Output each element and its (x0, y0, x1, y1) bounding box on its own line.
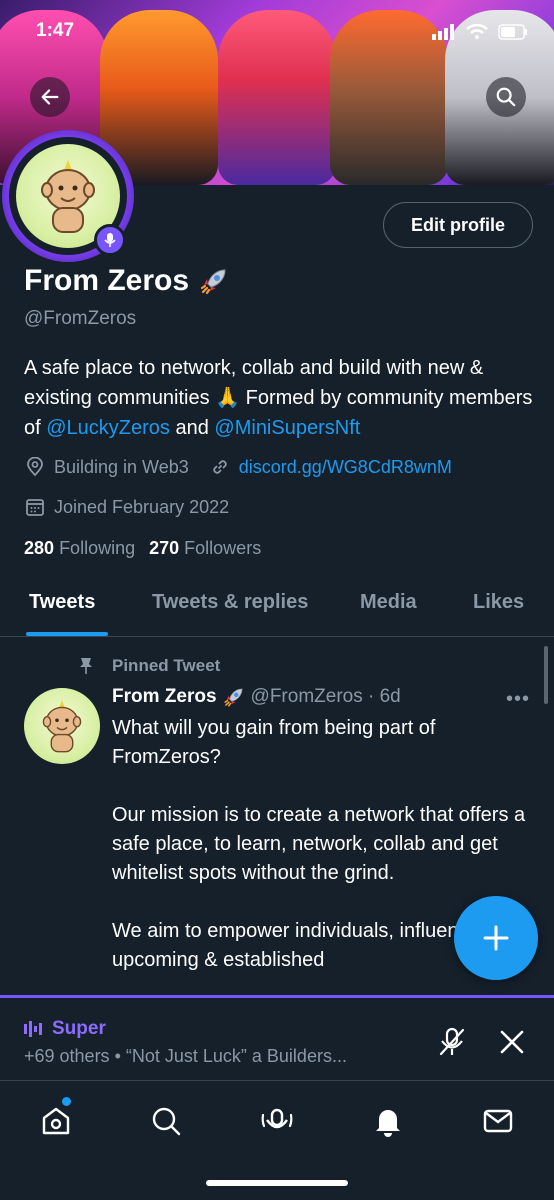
space-title: Super (24, 1018, 106, 1040)
profile-location: Building in Web3 (54, 456, 189, 477)
status-bar: 1:47 (0, 0, 554, 60)
mention-minisupersnft[interactable]: @MiniSupersNft (214, 417, 360, 439)
followers-label: Followers (184, 538, 262, 558)
following-label: Following (59, 538, 136, 558)
pin-icon (80, 658, 92, 674)
tweet-avatar[interactable] (24, 688, 100, 764)
nav-notifications[interactable] (368, 1101, 408, 1141)
calendar-icon (24, 496, 46, 518)
search-button[interactable] (486, 77, 526, 117)
status-icons (432, 24, 528, 40)
display-name: From Zeros (24, 264, 190, 297)
following-link[interactable]: 280 Following (24, 538, 135, 559)
nav-spaces[interactable] (257, 1101, 297, 1141)
tweet-handle-time: @FromZeros · 6d (250, 686, 401, 707)
search-icon (152, 1107, 181, 1136)
tab-tweets[interactable]: Tweets (29, 591, 95, 614)
mic-muted-icon (439, 1027, 465, 1056)
nav-home[interactable] (36, 1101, 76, 1141)
tab-tweets-and-replies[interactable]: Tweets & replies (152, 591, 308, 614)
search-icon (496, 87, 516, 107)
tweet-header: From Zeros @FromZeros · 6d (112, 686, 401, 708)
profile-bio: A safe place to network, collab and buil… (24, 353, 534, 443)
home-indicator (206, 1180, 348, 1186)
profile-handle: @FromZeros (24, 308, 137, 329)
link-icon (209, 456, 231, 478)
rocket-icon (200, 269, 226, 295)
space-subtitle: +69 others • “Not Just Luck” a Builders.… (24, 1046, 347, 1066)
active-tab-indicator (26, 632, 108, 636)
location-pin-icon (24, 456, 46, 478)
compose-tweet-button[interactable] (454, 896, 538, 980)
folded-hands-emoji: 🙏 (215, 387, 241, 409)
follow-stats: 280 Following 270 Followers (24, 538, 261, 559)
profile-joined: Joined February 2022 (54, 496, 230, 517)
profile-joined-row: Joined February 2022 (24, 496, 229, 518)
edit-profile-button[interactable]: Edit profile (383, 202, 533, 248)
followers-link[interactable]: 270 Followers (149, 538, 261, 559)
monkey-mascot-icon (42, 700, 82, 753)
tab-media[interactable]: Media (360, 591, 417, 614)
spaces-mic-icon (104, 233, 116, 247)
mic-muted-button[interactable] (436, 1026, 468, 1063)
battery-icon (498, 24, 527, 40)
tweet-author-name[interactable]: From Zeros (112, 686, 217, 708)
notifications-icon (376, 1110, 400, 1137)
close-space-button[interactable] (496, 1026, 528, 1063)
mention-luckyzeros[interactable]: @LuckyZeros (46, 417, 170, 439)
pinned-label: Pinned Tweet (78, 656, 220, 676)
rocket-icon (223, 688, 242, 707)
tweet-more-icon[interactable]: ••• (506, 688, 530, 711)
bio-text-and: and (169, 417, 215, 439)
close-icon (500, 1030, 524, 1054)
followers-count: 270 (149, 538, 180, 558)
monkey-mascot-icon (41, 160, 95, 233)
nav-search[interactable] (146, 1101, 186, 1141)
profile-url[interactable]: discord.gg/WG8CdR8wnM (239, 457, 452, 478)
home-notification-dot (62, 1097, 71, 1106)
pinned-text: Pinned Tweet (112, 656, 221, 675)
signal-icon (432, 24, 454, 40)
tab-likes[interactable]: Likes (473, 591, 524, 614)
back-button[interactable] (30, 77, 70, 117)
wifi-icon (466, 24, 488, 39)
spaces-dock[interactable]: Super +69 others • “Not Just Luck” a Bui… (0, 995, 554, 1080)
home-icon (42, 1107, 70, 1135)
following-count: 280 (24, 538, 55, 558)
messages-icon (483, 1109, 513, 1133)
profile-meta-row: Building in Web3 discord.gg/WG8CdR8wnM (24, 456, 452, 478)
status-time: 1:47 (36, 20, 75, 41)
profile-tabs: Tweets Tweets & replies Media Likes (0, 585, 554, 637)
nav-messages[interactable] (478, 1101, 518, 1141)
profile-name: From Zeros (24, 264, 229, 298)
back-arrow-icon (41, 89, 59, 105)
audio-bars-icon (24, 1021, 42, 1037)
plus-icon (483, 925, 509, 951)
space-title-text: Super (52, 1018, 106, 1039)
scrollbar[interactable] (544, 646, 548, 704)
spaces-icon (261, 1108, 293, 1129)
spaces-live-badge[interactable] (94, 224, 126, 256)
